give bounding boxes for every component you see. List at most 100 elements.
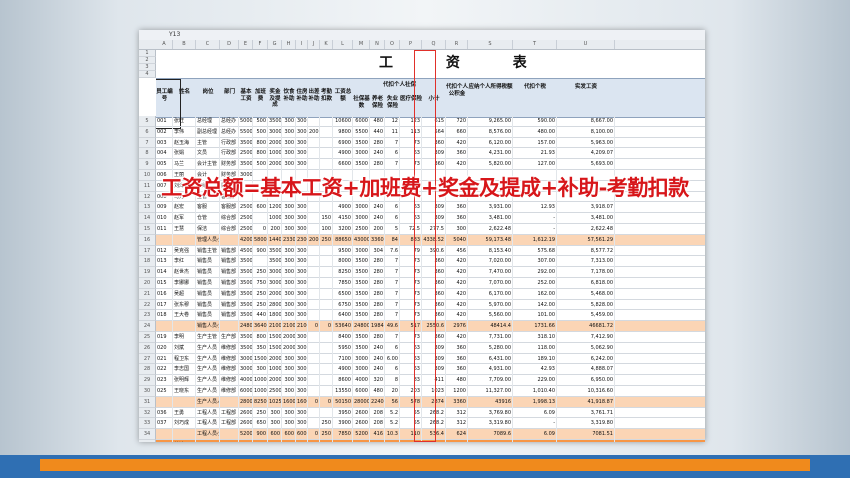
table-cell[interactable]: 工程部 [220,407,239,419]
table-cell[interactable]: 8,576.00 [468,126,513,138]
table-cell[interactable]: 300 [282,288,296,300]
table-cell[interactable]: 300 [296,364,308,376]
table-cell[interactable]: 行政部 [220,137,239,149]
column-header[interactable]: T [513,40,557,49]
table-cell[interactable]: 101.00 [513,310,557,322]
table-cell[interactable]: 销售部 [220,267,239,278]
table-cell[interactable]: 王勇 [173,407,196,419]
table-cell[interactable]: 3,761.71 [557,407,615,419]
table-cell[interactable]: 900 [253,245,268,257]
table-cell[interactable]: 1984 [370,321,385,332]
table-cell[interactable]: 300 [296,353,308,365]
table-cell[interactable]: 5200 [353,429,370,440]
table-cell[interactable]: 41,918.87 [557,396,615,408]
table-cell[interactable]: 229.00 [513,375,557,386]
table-cell[interactable]: 500 [253,126,268,138]
table-cell[interactable]: 4150 [333,213,353,224]
table-cell[interactable] [308,299,320,311]
table-cell[interactable]: 7,709.00 [468,375,513,386]
table-cell[interactable]: 3640 [253,321,268,332]
table-cell[interactable]: 销售部 [220,245,239,257]
table-cell[interactable]: 300 [268,418,282,430]
table-cell[interactable]: 240 [370,148,385,160]
table-cell[interactable]: 300 [282,116,296,127]
row-header[interactable]: 2 [139,57,156,64]
column-header[interactable]: A [156,40,173,49]
table-cell[interactable]: 575.68 [513,245,557,257]
table-cell[interactable]: 3500 [239,267,253,278]
table-cell[interactable]: 300 [296,407,308,419]
table-cell[interactable]: 250 [253,299,268,311]
column-header[interactable]: M [353,40,370,49]
table-cell[interactable]: 300 [282,213,296,224]
table-cell[interactable]: 3950 [333,407,353,419]
table-cell[interactable]: 7600 [296,440,308,442]
table-cell[interactable]: 1200 [268,202,282,214]
table-cell[interactable]: 200 [308,234,320,246]
table-cell[interactable]: 480 [370,386,385,397]
table-cell[interactable]: 1000 [253,375,268,386]
table-cell[interactable]: 2500 [239,202,253,214]
table-cell[interactable] [308,213,320,224]
table-cell[interactable]: 李志国 [173,364,196,376]
table-cell[interactable]: 280 [370,278,385,289]
table-cell[interactable]: 行政部 [220,148,239,160]
table-cell[interactable]: 6.00 [385,353,400,365]
table-cell[interactable]: 189.10 [513,353,557,365]
table-cell[interactable]: 7081.51 [557,429,615,440]
row-header[interactable]: 32 [139,407,156,419]
table-cell[interactable]: 002 [156,126,173,138]
table-cell[interactable]: 6,170.00 [468,288,513,300]
table-cell[interactable]: 5,560.00 [468,310,513,322]
table-cell[interactable]: 300 [296,148,308,160]
table-cell[interactable]: 7,070.00 [468,278,513,289]
table-cell[interactable] [220,440,239,442]
table-cell[interactable]: 0 [253,224,268,235]
table-cell[interactable]: 300 [282,159,296,170]
table-cell[interactable]: 赵玉海 [173,137,196,149]
table-cell[interactable]: 2500 [239,224,253,235]
table-cell[interactable]: 维修部 [220,375,239,386]
row-header[interactable]: 29 [139,375,156,386]
table-cell[interactable]: 21000 [268,321,282,332]
table-cell[interactable]: 240 [370,364,385,376]
table-cell[interactable]: 2800 [268,299,282,311]
table-cell[interactable]: 销售主管 [196,245,220,257]
table-cell[interactable]: 48414.4 [468,321,513,332]
table-cell[interactable]: 300 [296,342,308,354]
table-cell[interactable]: 销售员 [196,310,220,322]
table-cell[interactable]: 2300 [296,234,308,246]
table-cell[interactable]: 100 [320,224,333,235]
table-cell[interactable]: 张娟 [173,148,196,160]
table-cell[interactable]: 13550 [333,386,353,397]
table-cell[interactable] [308,364,320,376]
row-header[interactable]: 31 [139,396,156,408]
table-cell[interactable] [173,429,196,440]
table-cell[interactable]: 2000 [268,137,282,149]
row-header[interactable]: 17 [139,245,156,257]
table-cell[interactable]: 118.00 [513,342,557,354]
table-cell[interactable]: 360 [446,148,468,160]
table-cell[interactable]: 2600 [239,418,253,430]
table-cell[interactable]: 023 [156,375,173,386]
table-cell[interactable]: 3500 [239,332,253,343]
table-cell[interactable]: 2500 [353,224,370,235]
table-cell[interactable]: 8080 [370,440,385,442]
table-cell[interactable]: 14400 [268,234,282,246]
column-header[interactable]: R [446,40,468,49]
table-cell[interactable]: 300 [282,386,296,397]
table-cell[interactable]: 7 [385,256,400,268]
table-cell[interactable]: 240 [370,213,385,224]
table-cell[interactable]: 24800 [353,321,370,332]
table-cell[interactable] [320,288,333,300]
table-cell[interactable]: 480.00 [513,126,557,138]
table-cell[interactable]: 57,561.29 [557,234,615,246]
table-cell[interactable]: 刘斌 [173,342,196,354]
table-cell[interactable]: 李娜娜 [173,278,196,289]
table-cell[interactable]: 800 [253,332,268,343]
table-cell[interactable]: 2000 [268,353,282,365]
table-cell[interactable]: 013 [156,256,173,268]
row-header[interactable]: 7 [139,137,156,149]
table-cell[interactable]: 总经办 [220,116,239,127]
table-cell[interactable]: 18590 [253,440,268,442]
